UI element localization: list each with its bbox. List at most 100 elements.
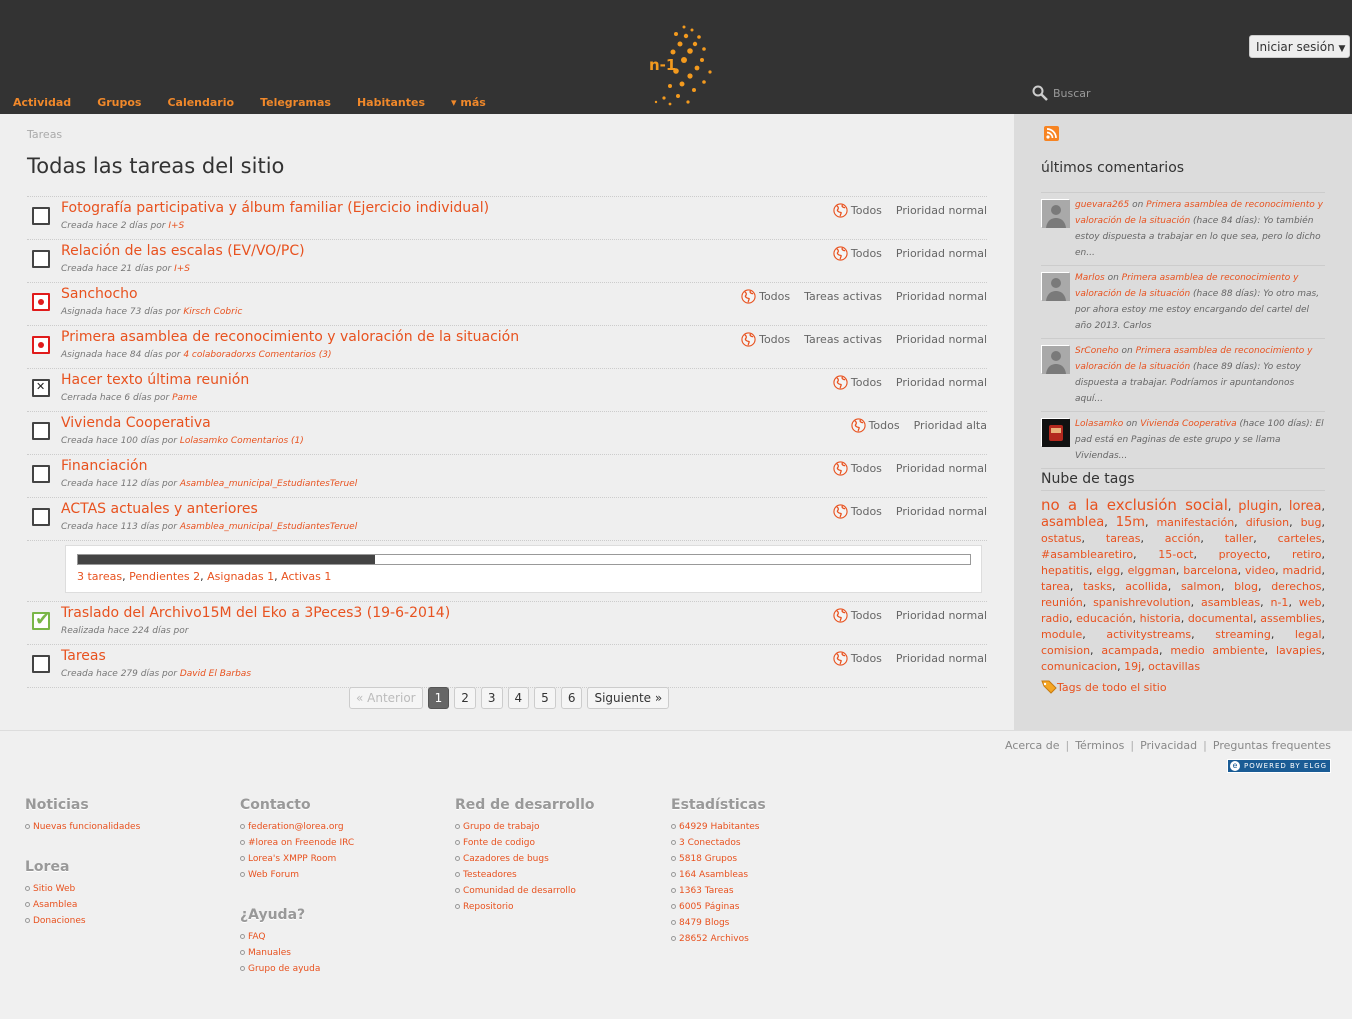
task-priority[interactable]: Prioridad normal [896, 652, 987, 665]
tag-link[interactable]: assemblies [1260, 612, 1321, 625]
task-access[interactable]: Todos [851, 609, 882, 622]
footer-link[interactable]: Términos [1075, 739, 1124, 752]
comment-user[interactable]: SrConeho [1075, 346, 1119, 356]
task-checkbox[interactable] [32, 250, 50, 268]
pager-page[interactable]: 5 [534, 687, 556, 709]
avatar[interactable] [1041, 199, 1070, 228]
tag-link[interactable]: blog [1234, 580, 1258, 593]
tag-link[interactable]: educación [1076, 612, 1132, 625]
all-tags-link[interactable]: Tags de todo el sitio [1041, 680, 1167, 694]
footer-link[interactable]: Web Forum [240, 867, 450, 883]
task-title[interactable]: Primera asamblea de reconocimiento y val… [61, 329, 519, 345]
task-state-tag[interactable]: Tareas activas [804, 290, 882, 303]
tag-link[interactable]: video [1245, 564, 1275, 577]
pager-page[interactable]: 6 [560, 687, 583, 709]
tag-link[interactable]: comunicacion [1041, 660, 1117, 673]
task-checkbox[interactable] [32, 508, 50, 526]
tag-link[interactable]: acción [1165, 532, 1201, 545]
task-title[interactable]: Hacer texto última reunión [61, 372, 249, 388]
tag-link[interactable]: bug [1301, 516, 1322, 529]
task-access[interactable]: Todos [851, 652, 882, 665]
tag-link[interactable]: hepatitis [1041, 564, 1089, 577]
nav-link-0[interactable]: Actividad [13, 96, 71, 109]
breadcrumb[interactable]: Tareas [27, 128, 62, 141]
task-priority[interactable]: Prioridad normal [896, 290, 987, 303]
avatar[interactable] [1041, 418, 1070, 447]
comment-user[interactable]: Lolasamko [1075, 419, 1123, 429]
footer-link[interactable]: 3 Conectados [671, 835, 881, 851]
tag-link[interactable]: documental [1188, 612, 1253, 625]
tag-link[interactable]: module [1041, 628, 1082, 641]
pager-page[interactable]: 4 [507, 687, 530, 709]
tag-link[interactable]: no a la exclusión social [1041, 496, 1228, 514]
tag-link[interactable]: #asamblearetiro [1041, 548, 1133, 561]
task-access[interactable]: Todos [869, 419, 900, 432]
task-priority[interactable]: Prioridad normal [896, 505, 987, 518]
task-priority[interactable]: Prioridad normal [896, 376, 987, 389]
tag-link[interactable]: comision [1041, 644, 1090, 657]
tag-link[interactable]: retiro [1292, 548, 1321, 561]
footer-link[interactable]: Nuevas funcionalidades [25, 819, 235, 835]
powered-by-elgg[interactable]: e POWERED BY ELGG [1227, 759, 1331, 773]
task-meta-link[interactable]: David El Barbas [180, 669, 251, 679]
tag-link[interactable]: lorea [1289, 499, 1322, 514]
task-title[interactable]: Tareas [61, 648, 106, 664]
tag-link[interactable]: tasks [1083, 580, 1112, 593]
footer-link[interactable]: Acerca de [1005, 739, 1059, 752]
nav-link-5[interactable]: ▾ más [451, 96, 486, 109]
tag-link[interactable]: tareas [1106, 532, 1141, 545]
tag-link[interactable]: radio [1041, 612, 1069, 625]
tag-link[interactable]: octavillas [1148, 660, 1200, 673]
task-title[interactable]: Vivienda Cooperativa [61, 415, 211, 431]
footer-link[interactable]: 6005 Páginas [671, 899, 881, 915]
tag-link[interactable]: proyecto [1219, 548, 1267, 561]
progress-link[interactable]: Activas 1 [281, 570, 331, 583]
task-checkbox[interactable] [32, 465, 50, 483]
task-meta-link[interactable]: 4 colaboradorxs Comentarios (3) [183, 350, 331, 360]
task-checkbox[interactable] [32, 655, 50, 673]
task-meta-link[interactable]: Lolasamko Comentarios (1) [180, 436, 304, 446]
tag-link[interactable]: n-1 [1270, 596, 1288, 609]
task-access[interactable]: Todos [851, 247, 882, 260]
tag-link[interactable]: asamblea [1041, 515, 1104, 530]
progress-link[interactable]: 3 tareas [77, 570, 122, 583]
pager-page[interactable]: 2 [454, 687, 476, 709]
footer-link[interactable]: federation@lorea.org [240, 819, 450, 835]
footer-link[interactable]: 164 Asambleas [671, 867, 881, 883]
nav-link-2[interactable]: Calendario [167, 96, 234, 109]
tag-link[interactable]: tarea [1041, 580, 1070, 593]
tag-link[interactable]: barcelona [1183, 564, 1237, 577]
tag-link[interactable]: streaming [1215, 628, 1271, 641]
tag-link[interactable]: lavapies [1276, 644, 1322, 657]
task-access[interactable]: Todos [759, 290, 790, 303]
tag-link[interactable]: difusion [1246, 516, 1289, 529]
tag-link[interactable]: reunión [1041, 596, 1083, 609]
rss-icon[interactable] [1044, 126, 1059, 141]
task-meta-link[interactable]: I+S [174, 264, 190, 274]
task-meta-link[interactable]: Kirsch Cobric [183, 307, 242, 317]
tag-link[interactable]: salmon [1181, 580, 1221, 593]
task-title[interactable]: Traslado del Archivo15M del Eko a 3Peces… [61, 605, 450, 621]
footer-link[interactable]: Comunidad de desarrollo [455, 883, 665, 899]
task-priority[interactable]: Prioridad normal [896, 333, 987, 346]
footer-link[interactable]: Lorea's XMPP Room [240, 851, 450, 867]
tag-link[interactable]: derechos [1271, 580, 1321, 593]
task-meta-link[interactable]: Asamblea_municipal_EstudiantesTeruel [180, 522, 357, 532]
tag-link[interactable]: medio ambiente [1170, 644, 1264, 657]
tag-link[interactable]: spanishrevolution [1093, 596, 1191, 609]
task-priority[interactable]: Prioridad normal [896, 462, 987, 475]
comment-user[interactable]: guevara265 [1075, 200, 1129, 210]
footer-link[interactable]: Preguntas frequentes [1213, 739, 1331, 752]
tag-link[interactable]: carteles [1278, 532, 1322, 545]
tag-link[interactable]: manifestación [1156, 516, 1234, 529]
task-meta-link[interactable]: Pame [172, 393, 197, 403]
pager-page[interactable]: 3 [480, 687, 503, 709]
task-meta-link[interactable]: Asamblea_municipal_EstudiantesTeruel [180, 479, 357, 489]
task-access[interactable]: Todos [851, 505, 882, 518]
footer-link[interactable]: Cazadores de bugs [455, 851, 665, 867]
task-access[interactable]: Todos [759, 333, 790, 346]
footer-link[interactable]: Privacidad [1140, 739, 1197, 752]
footer-link[interactable]: Asamblea [25, 897, 235, 913]
footer-link[interactable]: #lorea on Freenode IRC [240, 835, 450, 851]
tag-link[interactable]: asambleas [1201, 596, 1260, 609]
